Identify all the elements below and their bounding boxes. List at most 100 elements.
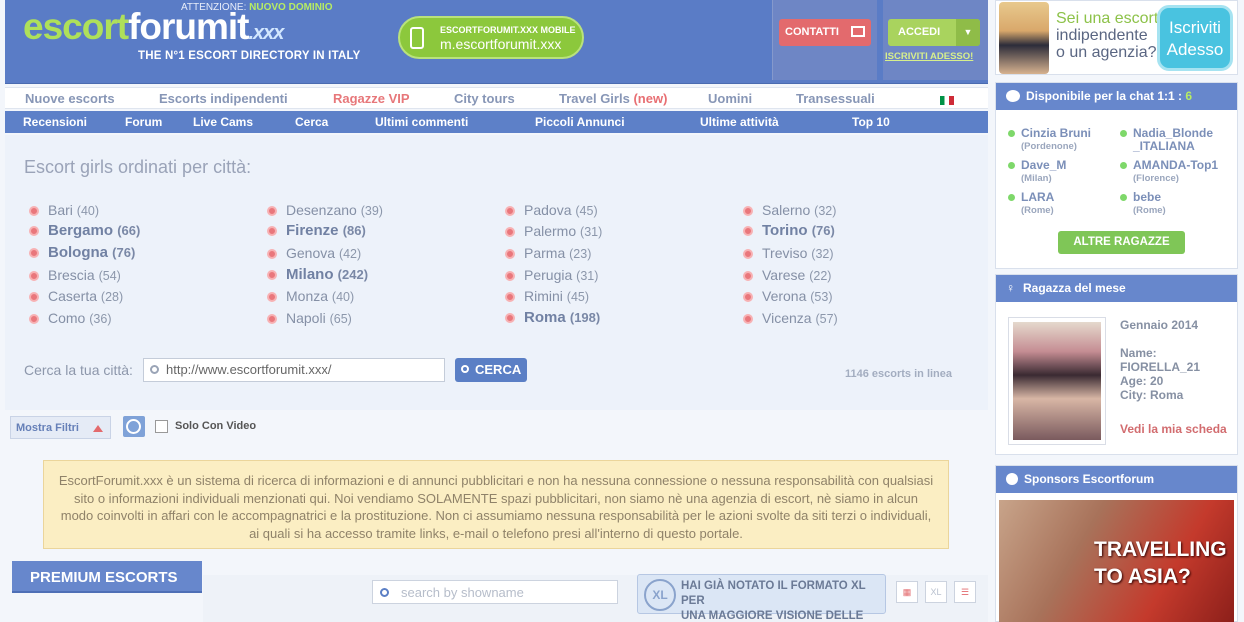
city-count: (36) (89, 312, 112, 326)
nav-recensioni[interactable]: Recensioni (23, 115, 87, 129)
city-link[interactable]: Monza (40) (267, 288, 354, 304)
bullet-icon (505, 249, 515, 259)
city-link[interactable]: Caserta (28) (29, 288, 123, 304)
city-link[interactable]: Padova (45) (505, 202, 598, 218)
nav-transessuali[interactable]: Transessuali (796, 91, 875, 106)
bullet-icon (267, 249, 277, 259)
cerca-button[interactable]: CERCA (455, 358, 527, 382)
list-view-icon[interactable]: ☰ (954, 581, 976, 603)
city-link[interactable]: Bari (40) (29, 202, 99, 218)
page: ATTENZIONE: NUOVO DOMINIO escortforumit.… (0, 0, 1244, 622)
altre-ragazze-button[interactable]: ALTRE RAGAZZE (1058, 231, 1185, 254)
city-count: (32) (811, 247, 834, 261)
city-link[interactable]: Bergamo (66) (29, 222, 140, 239)
city-count: (53) (810, 290, 833, 304)
nav-forum[interactable]: Forum (125, 115, 162, 129)
phone-icon (410, 27, 424, 49)
chat-user[interactable]: LARA (Rome) (1008, 191, 1054, 217)
city-name: Como (48, 310, 86, 326)
disclaimer: EscortForumit.xxx è un sistema di ricerc… (43, 460, 949, 549)
chat-title: Disponibile per la chat 1:1 : (1026, 89, 1186, 103)
city-link[interactable]: Torino (76) (743, 222, 835, 239)
chevron-down-icon: ▼ (956, 19, 980, 46)
nav-ultimi-commenti[interactable]: Ultimi commenti (375, 115, 468, 129)
chat-user[interactable]: Nadia_Blonde _ITALIANA (1120, 127, 1213, 153)
nav-travel-girls-label: Travel Girls (559, 91, 630, 106)
nav-escorts-indipendenti[interactable]: Escorts indipendenti (159, 91, 288, 106)
filters-label: Mostra Filtri (16, 422, 79, 434)
premium-escorts-title: PREMIUM ESCORTS (12, 561, 202, 593)
city-link[interactable]: Roma (198) (505, 309, 600, 326)
city-name: Torino (762, 222, 808, 239)
nav-uomini[interactable]: Uomini (708, 91, 752, 106)
city-count: (76) (112, 245, 136, 260)
city-link[interactable]: Parma (23) (505, 245, 591, 261)
city-link[interactable]: Milano (242) (267, 266, 368, 283)
chat-user-name: AMANDA-Top1 (1133, 158, 1219, 172)
city-link[interactable]: Salerno (32) (743, 202, 836, 218)
city-link[interactable]: Palermo (31) (505, 223, 602, 239)
city-link[interactable]: Bologna (76) (29, 244, 135, 261)
nav-top-10[interactable]: Top 10 (852, 115, 890, 129)
city-link[interactable]: Varese (22) (743, 267, 831, 283)
chat-user-location: (Florence) (1133, 173, 1179, 184)
city-link[interactable]: Treviso (32) (743, 245, 834, 261)
city-link[interactable]: Genova (42) (267, 245, 361, 261)
mobile-site-button[interactable]: ESCORTFORUMIT.XXX MOBILE m.escortforumit… (398, 16, 584, 59)
mostra-filtri-button[interactable]: Mostra Filtri (10, 416, 111, 439)
xl-format-tip: XL HAI GIÀ NOTATO IL FORMATO XL PER UNA MA… (637, 574, 886, 622)
bullet-icon (267, 314, 277, 324)
city-link[interactable]: Como (36) (29, 310, 111, 326)
contatti-button[interactable]: CONTATTI (779, 19, 871, 46)
city-link[interactable]: Napoli (65) (267, 310, 352, 326)
chat-user[interactable]: bebe (Rome) (1120, 191, 1166, 217)
nav-ultime-attivita[interactable]: Ultime attività (700, 115, 779, 129)
city-count: (76) (811, 223, 835, 238)
iscriviti-adesso-button[interactable]: Iscriviti Adesso (1157, 5, 1233, 71)
site-logo[interactable]: escortforumit.xxx (23, 5, 284, 55)
logo-part-escort: escort (23, 6, 129, 47)
month-date: Gennaio 2014 (1120, 318, 1199, 332)
showname-search-input[interactable]: search by showname (372, 580, 618, 604)
city-link[interactable]: Perugia (31) (505, 267, 598, 283)
city-link[interactable]: Desenzano (39) (267, 202, 383, 218)
city-link[interactable]: Brescia (54) (29, 267, 121, 283)
vedi-scheda-link[interactable]: Vedi la mia scheda (1120, 422, 1227, 436)
register-link[interactable]: ISCRIVITI ADESSO! (885, 51, 973, 62)
city-link[interactable]: Firenze (86) (267, 222, 366, 239)
city-name: Treviso (762, 245, 808, 261)
city-link[interactable]: Vicenza (57) (743, 310, 838, 326)
nav-piccoli-annunci[interactable]: Piccoli Annunci (535, 115, 625, 129)
bullet-icon (743, 314, 753, 324)
grid-view-icon[interactable]: ▦ (896, 581, 918, 603)
city-count: (42) (338, 247, 362, 261)
chat-panel: Disponibile per la chat 1:1 : 6 Cinzia B… (995, 82, 1238, 269)
city-count: (242) (337, 267, 369, 282)
nav-nuove-escorts[interactable]: Nuove escorts (25, 91, 115, 106)
city-search-input[interactable]: http://www.escortforumit.xxx/ (143, 358, 445, 382)
city-name: Salerno (762, 202, 811, 218)
solo-video-checkbox[interactable] (155, 420, 168, 433)
chat-user[interactable]: Cinzia Bruni (Pordenone) (1008, 127, 1091, 153)
italy-flag-icon[interactable] (940, 96, 954, 105)
chat-user[interactable]: AMANDA-Top1 (Florence) (1120, 158, 1219, 185)
nav-ragazze-vip[interactable]: Ragazze VIP (333, 91, 410, 106)
bullet-icon (267, 292, 277, 302)
nav-travel-girls[interactable]: Travel Girls (new) (559, 91, 667, 106)
city-link[interactable]: Verona (53) (743, 288, 833, 304)
bullet-icon (743, 206, 753, 216)
promo-banner[interactable]: Sei una escort indipendente o un agenzia? … (995, 0, 1238, 75)
chat-user[interactable]: Dave_M (Milan) (1008, 159, 1066, 185)
mobile-url: m.escortforumit.xxx (440, 36, 562, 52)
accedi-button[interactable]: ACCEDI ▼ (888, 19, 980, 46)
city-name: Milano (286, 266, 334, 283)
nav-cerca[interactable]: Cerca (295, 115, 328, 129)
xl-view-button[interactable]: XL (925, 581, 947, 603)
nav-city-tours[interactable]: City tours (454, 91, 515, 106)
city-name: Vicenza (762, 310, 812, 326)
month-photo[interactable] (1008, 317, 1106, 445)
city-name: Bari (48, 202, 73, 218)
video-icon[interactable] (123, 416, 145, 437)
city-link[interactable]: Rimini (45) (505, 288, 589, 304)
nav-live-cams[interactable]: Live Cams (193, 115, 253, 129)
